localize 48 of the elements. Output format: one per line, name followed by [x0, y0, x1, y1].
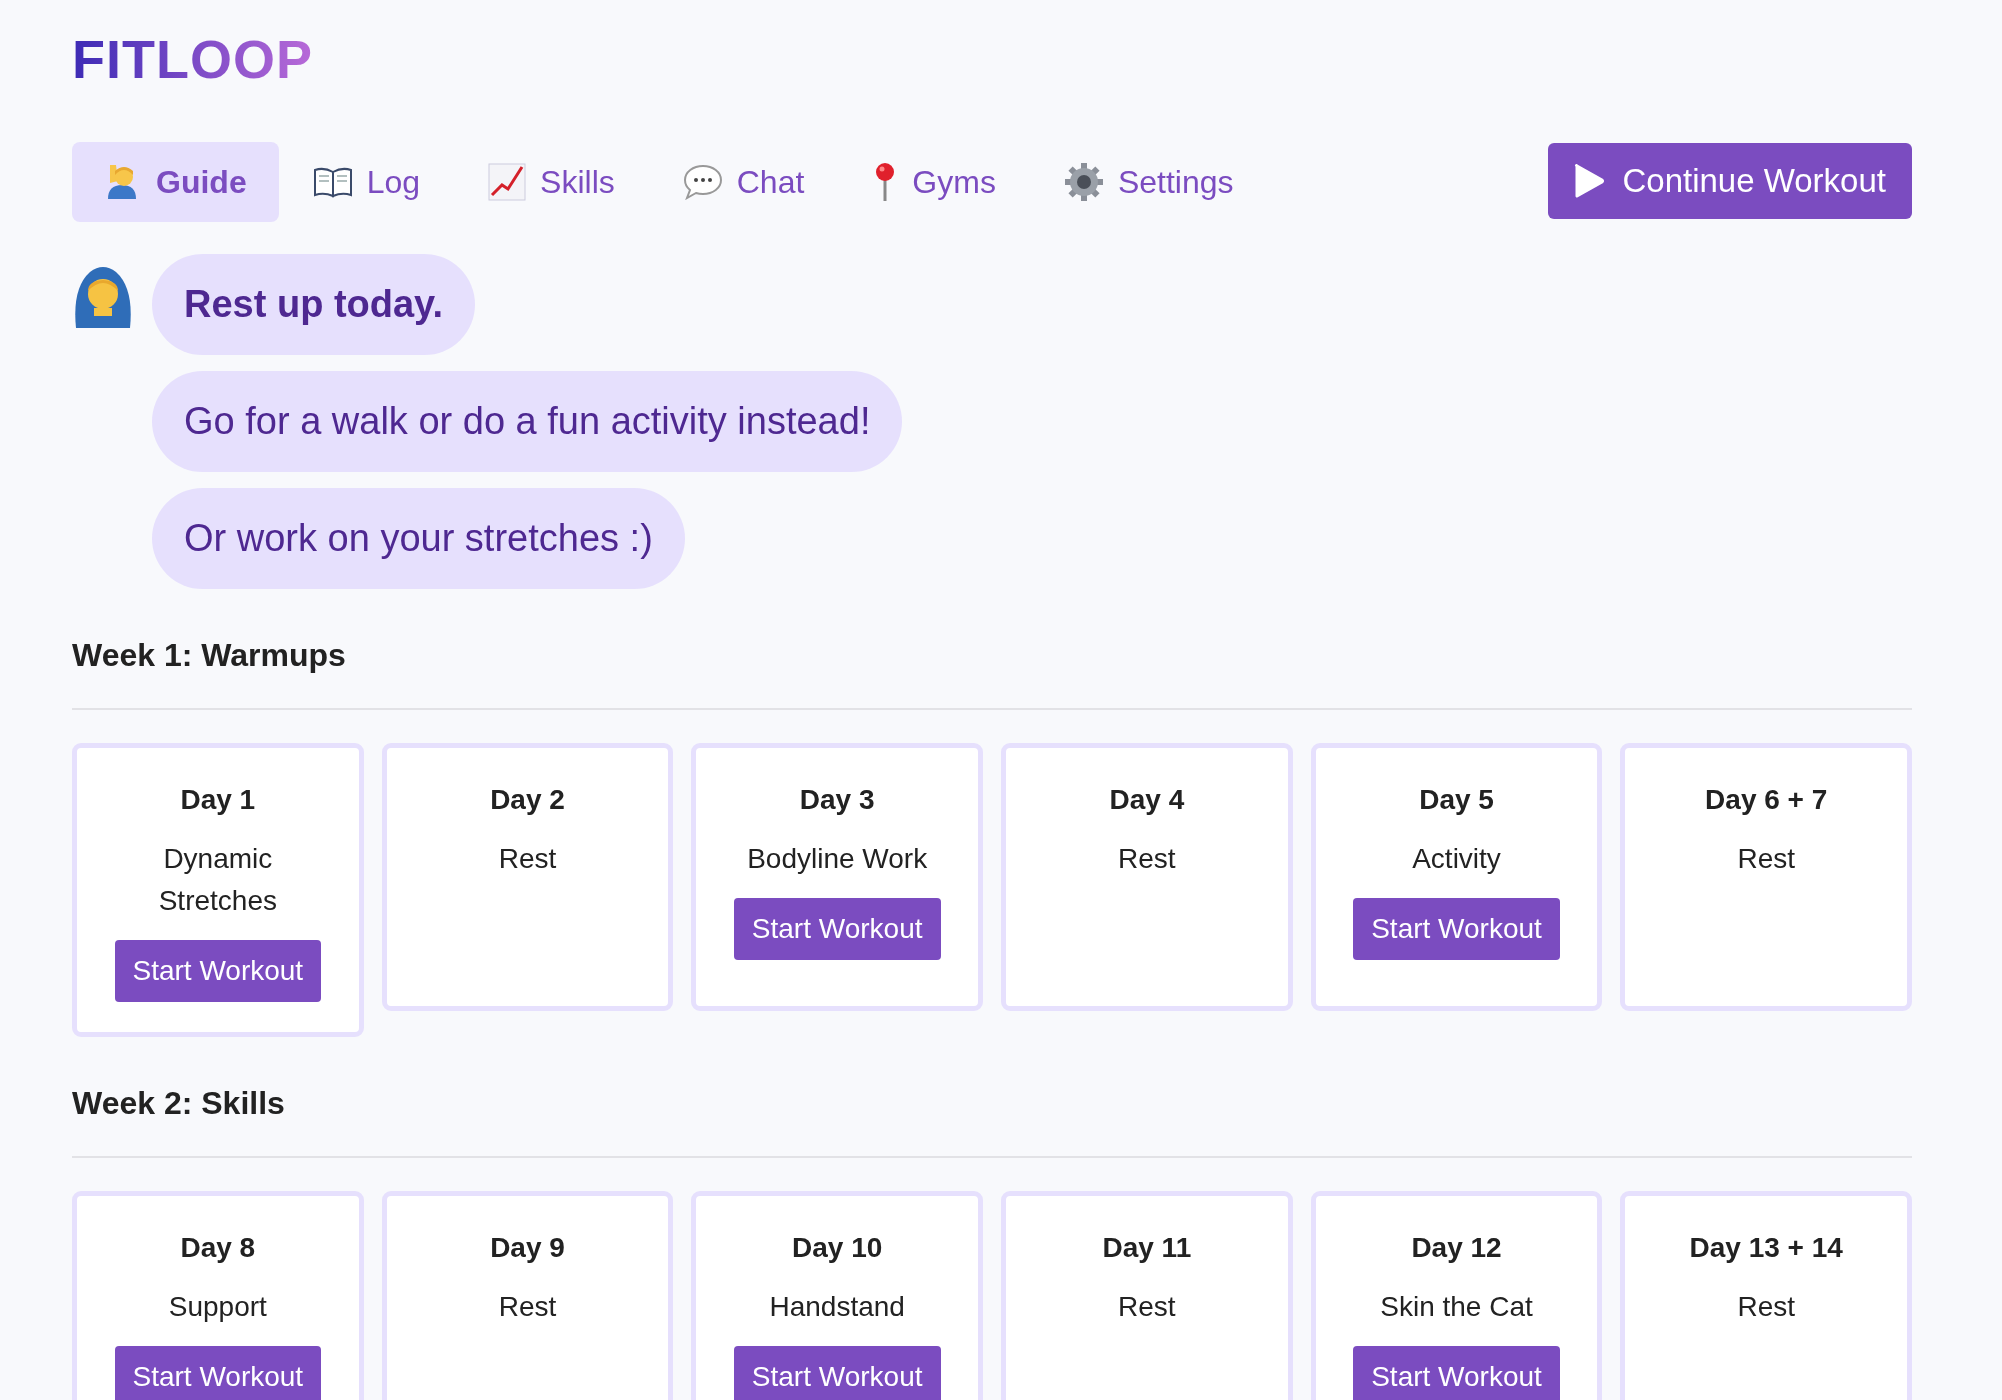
nav-tab[interactable]: Chat [648, 142, 839, 222]
day-title: Day 12 [1411, 1232, 1502, 1264]
gear-icon [1063, 162, 1104, 202]
start-workout-button[interactable]: Start Workout [733, 1346, 941, 1400]
week-heading: Week 2: Skills [72, 1085, 285, 1121]
start-workout-button[interactable]: Start Workout [114, 1346, 322, 1400]
day-activity: Rest [1737, 1290, 1795, 1324]
day-activity: Dynamic Stretches [157, 842, 278, 918]
chat-bubble: Rest up today. [152, 254, 475, 355]
start-workout-button[interactable]: Start Workout [1353, 898, 1560, 960]
day-activity: Rest [498, 842, 557, 876]
nav-tab[interactable]: Guide [72, 142, 279, 222]
day-title: Day 3 [799, 784, 875, 816]
book-icon [312, 166, 353, 198]
nav-tab[interactable]: Gyms [838, 142, 1030, 222]
day-title: Day 6 + 7 [1705, 784, 1828, 816]
day-activity: Rest [498, 1290, 557, 1324]
nav-tab[interactable]: Log [278, 142, 455, 222]
day-activity: Activity [1412, 842, 1501, 876]
day-title: Day 1 [180, 784, 256, 816]
nav-tab[interactable]: Skills [454, 142, 649, 222]
day-activity: Rest [1118, 1290, 1176, 1324]
day-title: Day 11 [1102, 1232, 1192, 1264]
speech-bubble-icon [682, 164, 723, 200]
day-activity: Bodyline Work [747, 842, 928, 876]
day-activity: Rest [1737, 842, 1795, 876]
day-title: Day 5 [1419, 784, 1494, 816]
day-activity: Skin the Cat [1380, 1290, 1533, 1324]
day-title: Day 8 [180, 1232, 256, 1264]
day-activity: Handstand [769, 1290, 905, 1324]
day-activity: Rest [1118, 842, 1176, 876]
start-workout-button[interactable]: Start Workout [114, 940, 322, 1002]
nav-tab[interactable]: Settings [1029, 142, 1268, 222]
week-heading: Week 1: Warmups [72, 637, 346, 673]
play-icon [1574, 163, 1605, 198]
chat-bubble: Or work on your stretches :) [152, 488, 685, 589]
continue-workout-button[interactable]: Continue Workout [1548, 142, 1912, 219]
avatar-figure [72, 264, 134, 328]
start-workout-button[interactable]: Start Workout [1353, 1346, 1560, 1400]
chart-icon [488, 163, 527, 201]
day-title: Day 4 [1109, 784, 1185, 816]
day-title: Day 2 [490, 784, 565, 816]
start-workout-button[interactable]: Start Workout [733, 898, 941, 960]
day-title: Day 13 + 14 [1689, 1232, 1843, 1264]
day-title: Day 9 [490, 1232, 565, 1264]
chat-bubble: Go for a walk or do a fun activity instead! [152, 371, 903, 472]
day-title: Day 10 [792, 1232, 883, 1264]
day-activity: Support [168, 1290, 267, 1324]
